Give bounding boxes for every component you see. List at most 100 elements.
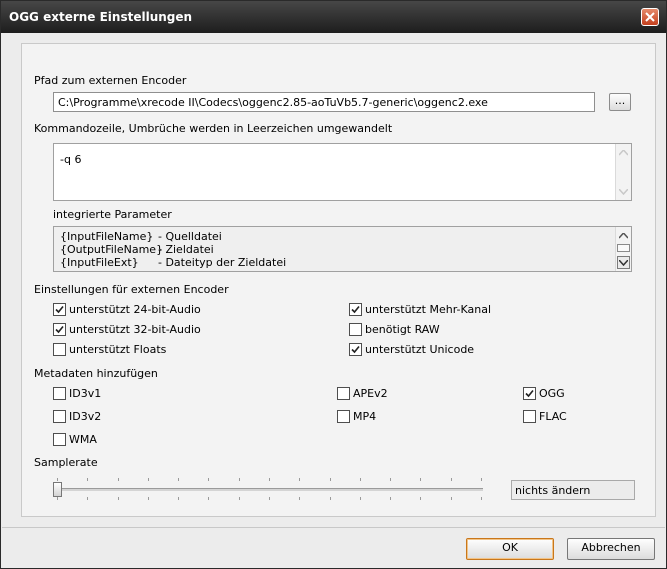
checkbox-box[interactable] bbox=[523, 387, 536, 400]
command-line-scrollbar[interactable] bbox=[615, 144, 631, 200]
checkbox-box[interactable] bbox=[337, 387, 350, 400]
cancel-button[interactable]: Abbrechen bbox=[567, 538, 655, 560]
checkbox-multichannel[interactable]: unterstützt Mehr-Kanal bbox=[349, 303, 491, 316]
scroll-thumb[interactable] bbox=[617, 244, 630, 252]
slider-tick bbox=[57, 497, 58, 500]
button-separator bbox=[2, 527, 665, 528]
encoder-settings-label: Einstellungen für externen Encoder bbox=[34, 283, 229, 296]
checkmark-icon bbox=[351, 345, 360, 354]
param-desc: - Quelldatei bbox=[158, 230, 222, 243]
checkbox-box[interactable] bbox=[53, 433, 66, 446]
scroll-down-icon[interactable] bbox=[617, 256, 630, 269]
slider-tick bbox=[451, 497, 452, 500]
slider-tick bbox=[269, 478, 270, 481]
params-list[interactable]: {InputFileName} - Quelldatei {OutputFileN… bbox=[53, 226, 632, 272]
scroll-up-icon[interactable] bbox=[617, 146, 630, 159]
checkbox-box[interactable] bbox=[53, 410, 66, 423]
checkbox-24bit[interactable]: unterstützt 24-bit-Audio bbox=[53, 303, 201, 316]
slider-tick bbox=[118, 497, 119, 500]
close-button[interactable] bbox=[641, 8, 659, 26]
checkbox-wma[interactable]: WMA bbox=[53, 433, 97, 446]
checkbox-flac[interactable]: FLAC bbox=[523, 410, 567, 423]
scroll-up-icon[interactable] bbox=[617, 229, 630, 242]
checkbox-mp4[interactable]: MP4 bbox=[337, 410, 376, 423]
checkmark-icon bbox=[525, 389, 534, 398]
checkbox-label: OGG bbox=[539, 387, 565, 400]
command-line-textarea[interactable]: -q 6 bbox=[53, 143, 632, 201]
slider-tick bbox=[420, 478, 421, 481]
params-scrollbar[interactable] bbox=[615, 227, 631, 271]
param-name: {InputFileName} bbox=[60, 230, 154, 243]
encoder-path-input[interactable]: C:\Programme\xrecode II\Codecs\oggenc2.8… bbox=[53, 92, 595, 112]
checkbox-box[interactable] bbox=[337, 410, 350, 423]
slider-tick bbox=[481, 497, 482, 500]
slider-tick bbox=[269, 497, 270, 500]
slider-tick bbox=[148, 497, 149, 500]
checkbox-label: FLAC bbox=[539, 410, 567, 423]
close-icon bbox=[645, 12, 655, 22]
param-name: {OutputFileName} bbox=[60, 243, 164, 256]
slider-tick bbox=[118, 478, 119, 481]
checkbox-box[interactable] bbox=[349, 343, 362, 356]
checkbox-32bit[interactable]: unterstützt 32-bit-Audio bbox=[53, 323, 201, 336]
checkbox-unicode[interactable]: unterstützt Unicode bbox=[349, 343, 474, 356]
encoder-path-label: Pfad zum externen Encoder bbox=[34, 74, 187, 87]
checkbox-label: unterstützt 32-bit-Audio bbox=[69, 323, 201, 336]
checkbox-label: unterstützt Floats bbox=[69, 343, 167, 356]
slider-tick bbox=[390, 497, 391, 500]
checkmark-icon bbox=[55, 305, 64, 314]
params-label: integrierte Parameter bbox=[53, 208, 172, 221]
slider-tick bbox=[451, 478, 452, 481]
samplerate-slider[interactable] bbox=[57, 488, 483, 491]
samplerate-slider-thumb[interactable] bbox=[53, 482, 62, 497]
title-bar[interactable]: OGG externe Einstellungen bbox=[1, 1, 666, 33]
slider-tick bbox=[299, 478, 300, 481]
checkbox-box[interactable] bbox=[523, 410, 536, 423]
slider-tick bbox=[420, 497, 421, 500]
params-row: {InputFileExt} - Dateityp der Zieldatei bbox=[60, 256, 286, 269]
checkbox-apev2[interactable]: APEv2 bbox=[337, 387, 388, 400]
slider-tick bbox=[330, 478, 331, 481]
slider-tick bbox=[178, 478, 179, 481]
checkbox-box[interactable] bbox=[53, 303, 66, 316]
slider-tick bbox=[390, 478, 391, 481]
checkbox-box[interactable] bbox=[53, 387, 66, 400]
checkbox-label: unterstützt Unicode bbox=[365, 343, 475, 356]
checkbox-box[interactable] bbox=[349, 303, 362, 316]
checkbox-label: benötigt RAW bbox=[365, 323, 440, 336]
slider-tick bbox=[208, 497, 209, 500]
samplerate-value: nichts ändern bbox=[511, 480, 635, 500]
params-row: {InputFileName} - Quelldatei bbox=[60, 230, 222, 243]
checkbox-label: APEv2 bbox=[353, 387, 388, 400]
checkbox-label: ID3v2 bbox=[69, 410, 102, 423]
params-row: {OutputFileName}- Zieldatei bbox=[60, 243, 214, 256]
slider-tick bbox=[299, 497, 300, 500]
checkbox-id3v1[interactable]: ID3v1 bbox=[53, 387, 101, 400]
metadata-label: Metadaten hinzufügen bbox=[34, 367, 158, 380]
checkbox-box[interactable] bbox=[53, 343, 66, 356]
checkbox-label: ID3v1 bbox=[69, 387, 102, 400]
checkbox-box[interactable] bbox=[53, 323, 66, 336]
slider-tick bbox=[360, 478, 361, 481]
checkbox-box[interactable] bbox=[349, 323, 362, 336]
checkmark-icon bbox=[351, 305, 360, 314]
browse-button[interactable]: ... bbox=[609, 93, 631, 111]
slider-tick bbox=[57, 478, 58, 481]
checkbox-ogg[interactable]: OGG bbox=[523, 387, 565, 400]
checkbox-raw[interactable]: benötigt RAW bbox=[349, 323, 440, 336]
checkmark-icon bbox=[55, 325, 64, 334]
checkbox-floats[interactable]: unterstützt Floats bbox=[53, 343, 166, 356]
command-line-text: -q 6 bbox=[60, 153, 82, 166]
ok-button[interactable]: OK bbox=[466, 538, 554, 560]
scroll-down-icon[interactable] bbox=[617, 185, 630, 198]
dialog-window: OGG externe Einstellungen Pfad zum exter… bbox=[0, 0, 667, 569]
command-line-label: Kommandozeile, Umbrüche werden in Leerze… bbox=[34, 122, 393, 135]
slider-tick bbox=[239, 497, 240, 500]
checkbox-label: WMA bbox=[69, 433, 97, 446]
checkbox-label: unterstützt Mehr-Kanal bbox=[365, 303, 492, 316]
checkbox-id3v2[interactable]: ID3v2 bbox=[53, 410, 101, 423]
param-desc: - Zieldatei bbox=[158, 243, 214, 256]
param-desc: - Dateityp der Zieldatei bbox=[158, 256, 287, 269]
slider-tick bbox=[148, 478, 149, 481]
slider-tick bbox=[87, 478, 88, 481]
